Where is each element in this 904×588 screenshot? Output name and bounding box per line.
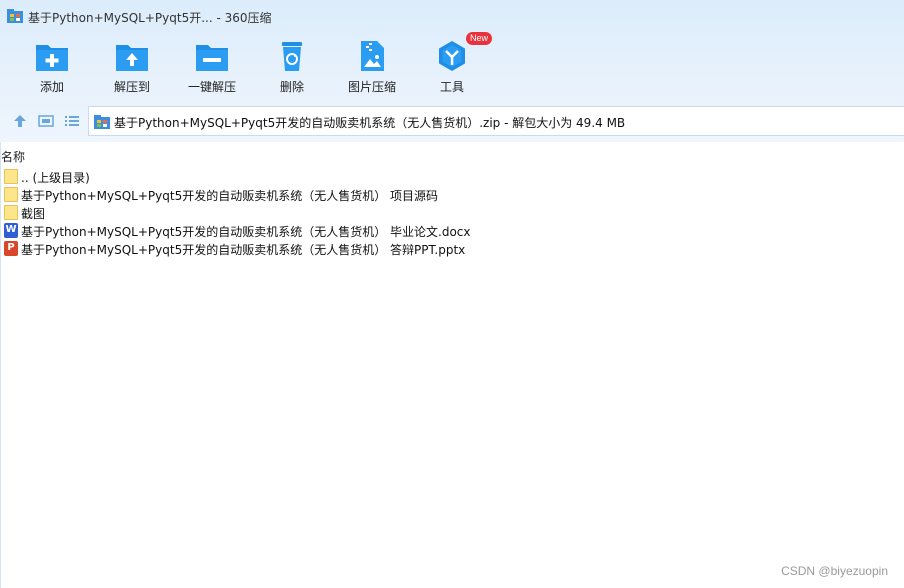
file-name: 基于Python+MySQL+Pyqt5开发的自动贩卖机系统（无人售货机） 答辩…: [21, 243, 466, 257]
delete-button[interactable]: 删除: [252, 36, 332, 96]
file-name: 截图: [21, 207, 46, 221]
header-area: 基于Python+MySQL+Pyqt5开... - 360压缩 添加 解压到 …: [0, 0, 904, 142]
path-text: 基于Python+MySQL+Pyqt5开发的自动贩卖机系统（无人售货机）.zi…: [114, 116, 626, 130]
add-label: 添加: [39, 80, 64, 94]
path-bar[interactable]: 基于Python+MySQL+Pyqt5开发的自动贩卖机系统（无人售货机）.zi…: [88, 106, 904, 136]
image-compress-icon: [361, 41, 384, 71]
column-label: 名称: [1, 150, 26, 164]
list-item-parent[interactable]: .. (上级目录): [0, 168, 904, 186]
toolbar: 添加 解压到 一键解压 删除 图片压缩 New 工具: [0, 32, 904, 96]
new-badge: New: [466, 32, 492, 45]
window-title: 基于Python+MySQL+Pyqt5开... - 360压缩: [28, 11, 272, 25]
file-name: 基于Python+MySQL+Pyqt5开发的自动贩卖机系统（无人售货机） 毕业…: [21, 225, 471, 239]
thumbnail-view-icon[interactable]: [37, 113, 55, 129]
list-view-icon[interactable]: [63, 113, 81, 129]
add-button[interactable]: 添加: [12, 36, 92, 96]
list-item[interactable]: 截图: [0, 204, 904, 222]
watermark: CSDN @biyezuopin: [781, 564, 888, 578]
powerpoint-icon: P: [4, 241, 18, 256]
navigation-bar: 基于Python+MySQL+Pyqt5开发的自动贩卖机系统（无人售货机）.zi…: [0, 106, 904, 136]
archive-icon: [7, 9, 23, 23]
extract-to-button[interactable]: 解压到: [92, 36, 172, 96]
list-item[interactable]: 基于Python+MySQL+Pyqt5开发的自动贩卖机系统（无人售货机） 项目…: [0, 186, 904, 204]
file-name: .. (上级目录): [21, 171, 90, 185]
recycle-bin-icon: [282, 42, 302, 71]
folder-icon: [4, 187, 18, 202]
one-click-extract-icon: [196, 45, 228, 71]
app-window: 基于Python+MySQL+Pyqt5开... - 360压缩 添加 解压到 …: [0, 0, 904, 588]
extract-to-icon: [116, 45, 148, 71]
image-compress-label: 图片压缩: [347, 80, 396, 94]
column-header-name[interactable]: 名称: [0, 146, 904, 166]
word-document-icon: W: [4, 223, 18, 238]
delete-label: 删除: [279, 80, 304, 94]
one-click-extract-button[interactable]: 一键解压: [172, 36, 252, 96]
folder-icon: [4, 169, 18, 184]
add-file-icon: [36, 45, 68, 71]
archive-icon: [94, 115, 110, 129]
title-bar: 基于Python+MySQL+Pyqt5开... - 360压缩: [0, 0, 904, 32]
tools-icon: [439, 41, 465, 71]
list-item[interactable]: P 基于Python+MySQL+Pyqt5开发的自动贩卖机系统（无人售货机） …: [0, 240, 904, 258]
image-compress-button[interactable]: 图片压缩: [332, 36, 412, 96]
up-arrow-icon[interactable]: [11, 113, 29, 129]
tools-label: 工具: [439, 80, 464, 94]
one-click-extract-label: 一键解压: [187, 80, 236, 94]
tools-button[interactable]: New 工具: [412, 32, 492, 96]
extract-to-label: 解压到: [113, 80, 150, 94]
list-item[interactable]: W 基于Python+MySQL+Pyqt5开发的自动贩卖机系统（无人售货机） …: [0, 222, 904, 240]
file-name: 基于Python+MySQL+Pyqt5开发的自动贩卖机系统（无人售货机） 项目…: [21, 189, 439, 203]
file-list: .. (上级目录) 基于Python+MySQL+Pyqt5开发的自动贩卖机系统…: [0, 168, 904, 258]
folder-icon: [4, 205, 18, 220]
